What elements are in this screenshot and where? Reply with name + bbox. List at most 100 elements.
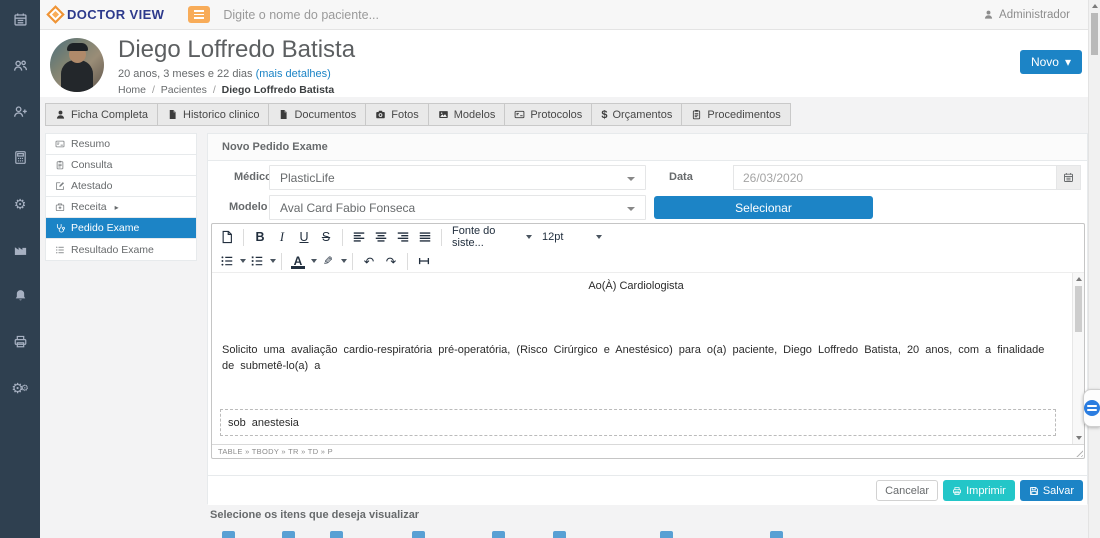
gear-icon[interactable]: ⚙ [13, 196, 28, 211]
tab-historico-clinico[interactable]: Historico clinico [157, 103, 269, 126]
salvar-button[interactable]: Salvar [1020, 480, 1083, 501]
horizontal-rule-icon [417, 254, 431, 268]
font-family-select[interactable]: Fonte do siste... [447, 227, 537, 247]
print-option-icon[interactable] [330, 531, 343, 538]
patient-search-input[interactable] [223, 8, 553, 22]
calculator-icon[interactable] [13, 150, 28, 165]
submenu-item-atestado[interactable]: Atestado [46, 176, 196, 197]
redo-button[interactable]: ↷ [380, 251, 402, 271]
align-justify-button[interactable] [414, 227, 436, 247]
editor-table-cell[interactable]: sob anestesia [220, 409, 1056, 436]
align-center-button[interactable] [370, 227, 392, 247]
imprimir-button[interactable]: Imprimir [943, 480, 1015, 501]
align-right-icon [396, 230, 410, 244]
editor-toolbar-row1: B I U S Fonte do siste... 12pt [212, 224, 1084, 250]
panel-title: Novo Pedido Exame [208, 134, 1087, 161]
submenu-item-pedido-exame[interactable]: Pedido Exame [46, 218, 196, 239]
print-option-icon[interactable] [660, 531, 673, 538]
strikethrough-button[interactable]: S [315, 227, 337, 247]
print-option-icon[interactable] [412, 531, 425, 538]
new-document-button[interactable] [216, 227, 238, 247]
tab-protocolos[interactable]: Protocolos [504, 103, 592, 126]
industry-icon[interactable] [13, 242, 28, 257]
bold-button[interactable]: B [249, 227, 271, 247]
submenu-item-resumo[interactable]: Resumo [46, 134, 196, 155]
clipboard-icon [691, 109, 702, 120]
undo-button[interactable]: ↶ [358, 251, 380, 271]
tab-procedimentos[interactable]: Procedimentos [681, 103, 790, 126]
printer-icon [952, 486, 962, 496]
user-icon [55, 109, 66, 120]
horizontal-rule-button[interactable] [413, 251, 435, 271]
file-icon [167, 109, 178, 120]
user-menu[interactable]: Administrador [983, 9, 1070, 21]
caret-down-icon [526, 235, 532, 239]
main-sidebar: ⚙ ⚙⚙ [0, 0, 40, 538]
data-label: Data [669, 171, 693, 183]
italic-button[interactable]: I [271, 227, 293, 247]
medkit-icon [55, 202, 65, 212]
user-plus-icon[interactable] [13, 104, 28, 119]
tab-ficha-completa[interactable]: Ficha Completa [45, 103, 158, 126]
breadcrumb-home[interactable]: Home [118, 84, 146, 96]
bell-icon[interactable] [13, 288, 28, 303]
bullet-list-button[interactable] [216, 251, 238, 271]
page-scrollbar-thumb[interactable] [1091, 13, 1098, 55]
calendar-addon-button[interactable] [1056, 165, 1081, 190]
support-widget[interactable] [1083, 389, 1100, 427]
modelo-select[interactable]: Aval Card Fabio Fonseca [269, 195, 646, 220]
novo-button[interactable]: Novo ▾ [1020, 50, 1082, 74]
user-name: Administrador [999, 9, 1070, 21]
calendar-icon[interactable] [13, 12, 28, 27]
print-option-icon[interactable] [222, 531, 235, 538]
resize-grip[interactable] [1074, 448, 1083, 457]
users-icon[interactable] [13, 58, 28, 73]
bullet-list-icon [220, 254, 234, 268]
print-option-icon[interactable] [492, 531, 505, 538]
tab-orcamentos[interactable]: $ Orçamentos [591, 103, 682, 126]
page-scrollbar[interactable] [1088, 0, 1100, 538]
record-submenu: Resumo Consulta Atestado Receita ▸ Pedid… [45, 133, 197, 261]
caret-down-icon[interactable] [270, 259, 276, 263]
brand-logo: DOCTOR VIEW [40, 7, 164, 22]
editor-content-area[interactable]: Ao(À) Cardiologista Solicito uma avaliaç… [212, 272, 1084, 444]
cancelar-button[interactable]: Cancelar [876, 480, 938, 501]
caret-down-icon [627, 207, 635, 211]
breadcrumb-pacientes[interactable]: Pacientes [161, 84, 207, 96]
editor-scrollbar-thumb[interactable] [1075, 286, 1082, 332]
tab-documentos[interactable]: Documentos [268, 103, 366, 126]
submenu-item-receita[interactable]: Receita ▸ [46, 197, 196, 218]
caret-down-icon[interactable] [341, 259, 347, 263]
more-details-link[interactable]: (mais detalhes) [256, 68, 331, 80]
align-right-button[interactable] [392, 227, 414, 247]
support-widget-icon [1084, 400, 1100, 416]
panel-footer: Cancelar Imprimir Salvar [208, 475, 1087, 505]
editor-status-bar: TABLE » TBODY » TR » TD » P [212, 444, 1084, 458]
print-option-icon[interactable] [282, 531, 295, 538]
caret-down-icon [596, 235, 602, 239]
numbered-list-button[interactable] [246, 251, 268, 271]
submenu-item-resultado-exame[interactable]: Resultado Exame [46, 239, 196, 260]
align-left-button[interactable] [348, 227, 370, 247]
font-size-select[interactable]: 12pt [537, 227, 607, 247]
print-option-icon[interactable] [553, 531, 566, 538]
patient-header: Diego Loffredo Batista 20 anos, 3 meses … [40, 30, 1088, 97]
breadcrumb: Home / Pacientes / Diego Loffredo Batist… [118, 84, 355, 96]
align-left-icon [352, 230, 366, 244]
data-input[interactable] [733, 165, 1056, 190]
print-option-icon[interactable] [770, 531, 783, 538]
medico-select[interactable]: PlasticLife [269, 165, 646, 190]
doctor-view-app: ⚙ ⚙⚙ DOCTOR VIEW Administrador Diego Lof… [0, 0, 1100, 538]
submenu-item-consulta[interactable]: Consulta [46, 155, 196, 176]
tab-fotos[interactable]: Fotos [365, 103, 429, 126]
menu-toggle-button[interactable] [188, 6, 210, 23]
selecionar-button[interactable]: Selecionar [654, 196, 873, 219]
cogs-icon[interactable]: ⚙⚙ [13, 380, 28, 395]
tab-modelos[interactable]: Modelos [428, 103, 506, 126]
scroll-down-icon [1076, 436, 1082, 440]
underline-button[interactable]: U [293, 227, 315, 247]
printer-icon[interactable] [13, 334, 28, 349]
scroll-up-icon [1076, 277, 1082, 281]
font-color-button[interactable]: A [287, 251, 309, 271]
highlight-color-button[interactable]: ✎ [317, 251, 339, 271]
